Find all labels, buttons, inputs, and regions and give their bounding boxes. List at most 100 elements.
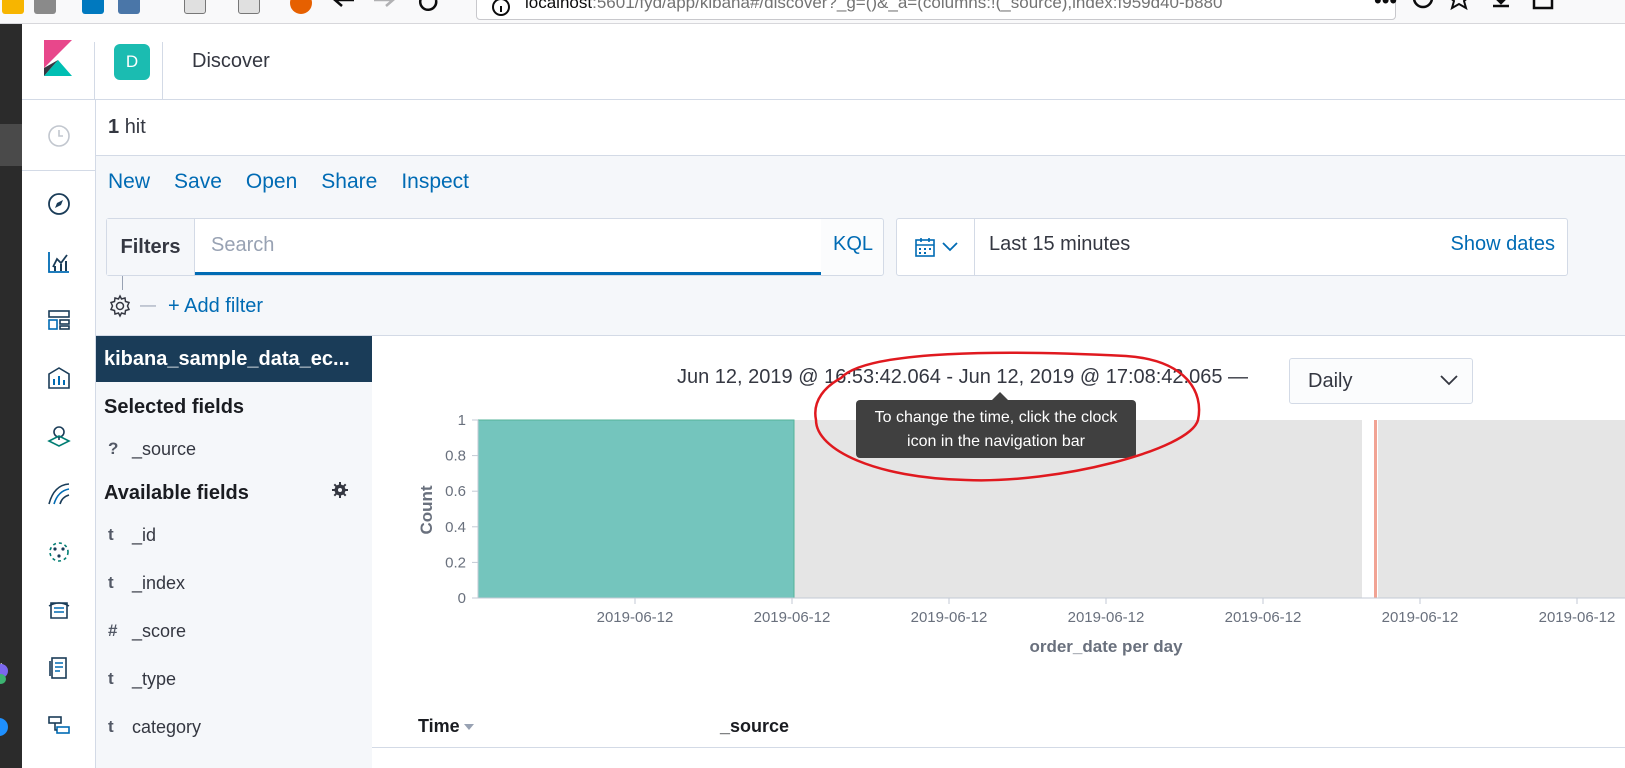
- firefox-icon[interactable]: [290, 0, 312, 14]
- visualize-icon: [48, 252, 69, 273]
- browser-toolbar: localhost:5601/fyd/app/kibana#/discover?…: [0, 0, 1625, 24]
- y-tick-label: 0.8: [445, 448, 466, 465]
- page-icon[interactable]: [184, 0, 206, 14]
- field-item[interactable]: t category: [108, 712, 201, 742]
- kql-button[interactable]: KQL: [833, 233, 873, 256]
- os-app-icon-2[interactable]: [0, 718, 8, 736]
- x-tick-label: 2019-06-12: [754, 609, 831, 626]
- x-tick-label: 2019-06-12: [1225, 609, 1302, 626]
- selected-fields-title: Selected fields: [104, 396, 245, 418]
- field-name: category: [132, 716, 202, 737]
- url-text: localhost:5601/fyd/app/kibana#/discover?…: [525, 0, 1223, 12]
- pocket-icon[interactable]: [1412, 0, 1434, 12]
- field-settings-gear-icon[interactable]: [332, 482, 348, 498]
- show-dates-button[interactable]: Show dates: [1450, 233, 1555, 256]
- os-sidebar-highlight: [0, 124, 22, 166]
- gear-icon[interactable]: [108, 294, 132, 318]
- vk-icon[interactable]: [118, 0, 140, 14]
- mail-icon[interactable]: [2, 0, 24, 14]
- uptime-icon: [48, 716, 70, 734]
- search-input[interactable]: [195, 219, 821, 275]
- nav-infrastructure[interactable]: [22, 526, 96, 578]
- field-type-icon: #: [108, 621, 118, 640]
- add-filter-button[interactable]: + Add filter: [168, 295, 263, 318]
- download-icon[interactable]: [1490, 0, 1512, 12]
- y-tick-label: 0.4: [445, 519, 466, 536]
- filter-row: — + Add filter: [106, 276, 263, 326]
- os-status-icon: [0, 674, 6, 684]
- back-icon[interactable]: [332, 0, 356, 14]
- infrastructure-icon: [49, 542, 69, 562]
- side-nav: [22, 100, 96, 768]
- x-tick-label: 2019-06-12: [1382, 609, 1459, 626]
- hit-count: 1 hit: [108, 116, 146, 138]
- more-icon[interactable]: •••: [1374, 0, 1397, 14]
- kibana-header: D Discover: [22, 24, 1625, 100]
- quick-menu-button[interactable]: [897, 219, 975, 275]
- chevron-down-icon: [941, 242, 958, 252]
- index-pattern-selector[interactable]: kibana_sample_data_ec...: [96, 336, 372, 382]
- out-of-range-area: [1378, 420, 1625, 598]
- star-icon[interactable]: [1448, 0, 1470, 12]
- tooltip-line-1: To change the time, click the clock: [874, 409, 1118, 426]
- reload-icon[interactable]: [418, 0, 440, 12]
- apm-icon: [49, 657, 67, 679]
- available-fields-title: Available fields: [104, 482, 249, 504]
- field-item[interactable]: t _id: [108, 520, 156, 550]
- time-range-label[interactable]: Last 15 minutes: [989, 233, 1130, 256]
- sort-down-icon[interactable]: [463, 724, 474, 731]
- nav-ml[interactable]: [22, 468, 96, 520]
- kibana-logo-icon[interactable]: [44, 40, 72, 76]
- nav-apm[interactable]: [22, 642, 96, 694]
- y-tick-label: 1: [458, 412, 466, 429]
- nav-maps[interactable]: [22, 410, 96, 462]
- y-tick-label: 0.2: [445, 554, 466, 571]
- histogram-chart: 0 0.2 0.4 0.6 0.8 1 2019-06-12 2019-06-12 2019-0…: [417, 412, 1625, 656]
- x-tick-label: 2019-06-12: [911, 609, 988, 626]
- nav-recently-viewed[interactable]: [22, 110, 96, 162]
- field-item[interactable]: t _type: [108, 664, 176, 694]
- nav-uptime[interactable]: [22, 700, 96, 752]
- nav-visualize[interactable]: [22, 236, 96, 288]
- info-icon[interactable]: [491, 0, 511, 17]
- compass-icon: [48, 193, 70, 215]
- apple-icon[interactable]: [34, 0, 56, 14]
- histogram-bar[interactable]: [477, 419, 795, 599]
- current-time-marker: [1374, 420, 1377, 598]
- column-time[interactable]: Time: [418, 716, 474, 737]
- forward-icon[interactable]: [372, 0, 396, 14]
- nav-dashboard[interactable]: [22, 294, 96, 346]
- home-icon[interactable]: [1532, 0, 1554, 12]
- nav-logs[interactable]: [22, 584, 96, 636]
- dashboard-icon: [48, 310, 70, 330]
- app-title: Discover: [192, 50, 270, 72]
- os-sidebar: ›: [0, 24, 22, 768]
- hits-bar: 1 hit: [96, 100, 1625, 156]
- field-item[interactable]: # _score: [108, 616, 186, 646]
- ml-icon: [48, 483, 70, 505]
- top-nav-menu: New Save Open Share Inspect: [108, 170, 469, 194]
- clock-icon: [48, 125, 70, 147]
- trello-icon[interactable]: [82, 0, 104, 14]
- menu-share[interactable]: Share: [321, 170, 377, 194]
- menu-new[interactable]: New: [108, 170, 150, 194]
- nav-canvas[interactable]: [22, 352, 96, 404]
- menu-inspect[interactable]: Inspect: [401, 170, 469, 194]
- field-item[interactable]: t _index: [108, 568, 185, 598]
- field-name: _score: [132, 620, 187, 641]
- field-item[interactable]: ? _source: [108, 434, 196, 464]
- filter-connector: [122, 276, 123, 290]
- canvas-icon: [48, 367, 70, 389]
- time-tooltip: To change the time, click the clock icon…: [856, 392, 1136, 458]
- y-tick-label: 0.6: [445, 483, 466, 500]
- space-avatar[interactable]: D: [114, 44, 150, 80]
- page-icon-2[interactable]: [238, 0, 260, 14]
- url-bar[interactable]: localhost:5601/fyd/app/kibana#/discover?…: [476, 0, 1396, 20]
- query-bar: Filters KQL: [106, 218, 884, 276]
- nav-divider: [22, 170, 96, 171]
- doc-table-header: Time _source: [372, 702, 1625, 748]
- y-tick-label: 0: [458, 590, 466, 607]
- menu-save[interactable]: Save: [174, 170, 222, 194]
- menu-open[interactable]: Open: [246, 170, 297, 194]
- nav-discover[interactable]: [22, 178, 96, 230]
